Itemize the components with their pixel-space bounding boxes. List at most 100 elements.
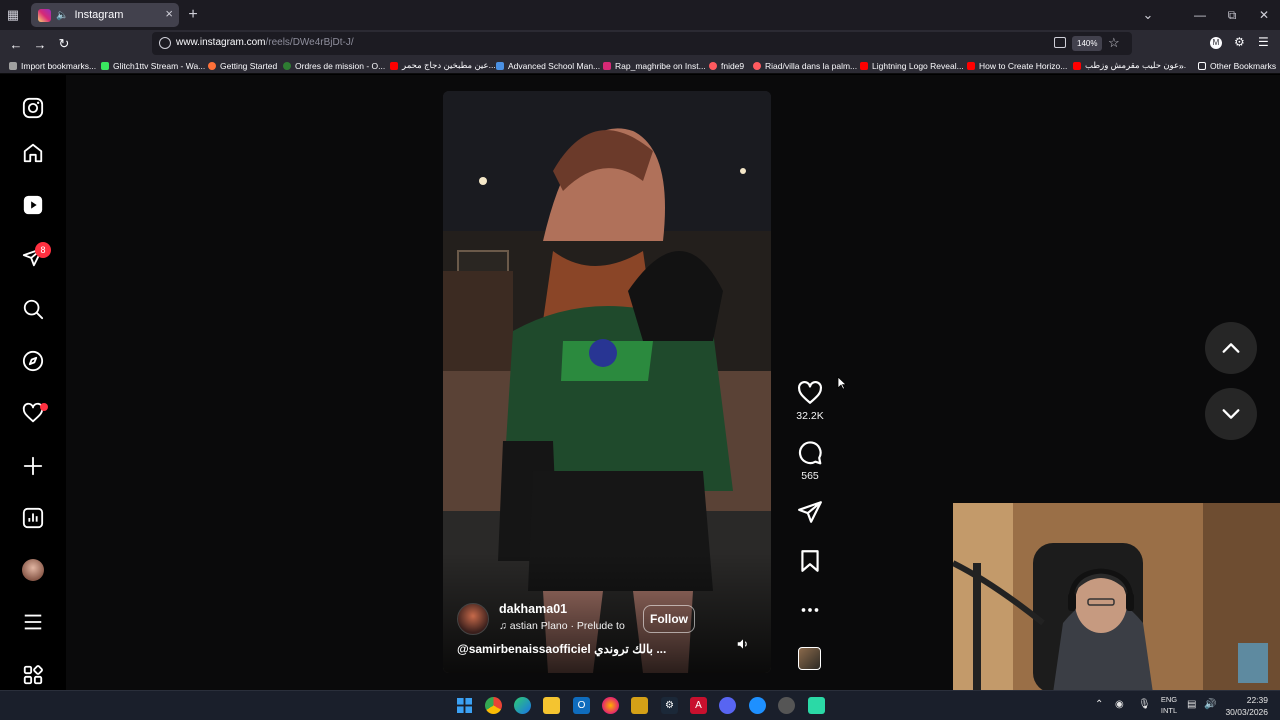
also-from-meta-icon[interactable]: [21, 663, 45, 687]
bookmark-item[interactable]: Riad/villa dans la palm...: [753, 59, 857, 72]
volume-icon[interactable]: [736, 637, 750, 651]
bookmark-item[interactable]: fnide9: [709, 59, 744, 72]
mouse-cursor-icon: [837, 376, 847, 390]
tray-app-icon[interactable]: ◉: [1115, 699, 1124, 710]
reload-icon[interactable]: ↻: [54, 34, 74, 54]
chevron-up-icon: [1222, 343, 1240, 353]
bookmark-item[interactable]: عون حليب مقرمش وزطب...: [1073, 59, 1186, 72]
back-icon[interactable]: ←: [6, 34, 26, 54]
audio-thumbnail[interactable]: [798, 647, 821, 670]
zoom-level[interactable]: 140%: [1072, 36, 1103, 51]
browser-nav-bar: ← → ↻ www.instagram.com/reels/DWe4rBjDt-…: [0, 30, 1280, 57]
volume-tray-icon[interactable]: 🔊: [1204, 699, 1216, 710]
music-note-icon: ♫: [499, 620, 510, 632]
messenger-icon[interactable]: [749, 697, 766, 714]
bookmark-item[interactable]: Import bookmarks...: [9, 59, 96, 72]
adobe-icon[interactable]: A: [690, 697, 707, 714]
webcam-overlay: [953, 503, 1280, 693]
youtube-icon: [860, 61, 868, 70]
tab-list-icon[interactable]: ▦: [5, 7, 21, 23]
folder-icon: [1198, 61, 1206, 70]
reel-audio-track[interactable]: ♫ astian Plano · Prelude to: [499, 620, 629, 632]
messages-badge: 8: [35, 242, 51, 258]
url-bar[interactable]: www.instagram.com/reels/DWe4rBjDt-J/ 140…: [152, 32, 1132, 55]
bookmark-favicon-icon: [9, 61, 17, 70]
extensions-icon[interactable]: ⚙: [1234, 35, 1245, 49]
search-icon[interactable]: [21, 297, 45, 321]
reel-video[interactable]: dakhama01 ♫ astian Plano · Prelude to Fo…: [443, 91, 771, 673]
follow-button[interactable]: Follow: [643, 605, 695, 633]
more-options-icon[interactable]: [797, 597, 823, 623]
start-icon[interactable]: [456, 697, 473, 714]
network-icon[interactable]: ▤: [1187, 699, 1196, 710]
tray-overflow-icon[interactable]: ⌃: [1095, 699, 1103, 710]
speaker-icon[interactable]: 🔈: [56, 10, 68, 21]
comment-count: 565: [801, 470, 819, 482]
chevron-down-icon[interactable]: ⌄: [1140, 7, 1156, 23]
app-icon[interactable]: [808, 697, 825, 714]
microphone-icon[interactable]: 🎙: [1138, 699, 1151, 710]
more-bookmarks-icon[interactable]: »: [1179, 59, 1184, 72]
chevron-down-icon: [1222, 409, 1240, 419]
reel-username[interactable]: dakhama01: [499, 602, 567, 616]
obs-icon[interactable]: [778, 697, 795, 714]
save-action[interactable]: [796, 548, 824, 574]
bookmark-item[interactable]: How to Create Horizo...: [967, 59, 1067, 72]
forward-icon[interactable]: →: [30, 34, 50, 54]
comment-icon[interactable]: [797, 440, 823, 466]
menu-icon[interactable]: ☰: [1258, 35, 1269, 49]
file-explorer-icon[interactable]: [543, 697, 560, 714]
dashboard-icon[interactable]: [21, 506, 45, 530]
previous-reel-button[interactable]: [1205, 322, 1257, 374]
home-icon[interactable]: [21, 141, 45, 165]
discord-icon[interactable]: [719, 697, 736, 714]
site-info-icon[interactable]: [159, 37, 171, 49]
instagram-favicon-icon: [38, 8, 51, 22]
more-menu-icon[interactable]: [21, 610, 45, 634]
app-icon[interactable]: [631, 697, 648, 714]
like-count: 32.2K: [796, 410, 824, 422]
outlook-icon[interactable]: O: [573, 697, 590, 714]
bookmark-item[interactable]: Advanced School Man...: [496, 59, 600, 72]
bookmark-icon[interactable]: [797, 548, 823, 574]
comment-action[interactable]: 565: [796, 440, 824, 482]
reels-icon[interactable]: [21, 193, 45, 217]
other-bookmarks[interactable]: Other Bookmarks: [1198, 59, 1276, 72]
system-clock[interactable]: 22:39 30/03/2026: [1224, 694, 1268, 718]
firefox-icon[interactable]: [602, 697, 619, 714]
bookmark-star-icon[interactable]: ☆: [1108, 35, 1120, 51]
tab-instagram[interactable]: 🔈 Instagram ×: [31, 3, 179, 27]
bookmark-item[interactable]: Ordres de mission - O...: [283, 59, 385, 72]
bookmark-favicon-icon: [283, 61, 291, 70]
bookmarks-bar: Import bookmarks... Glitch1ttv Stream - …: [0, 57, 1280, 74]
heart-icon[interactable]: [797, 380, 823, 406]
account-icon[interactable]: M: [1210, 37, 1222, 49]
share-action[interactable]: [796, 499, 824, 525]
close-tab-icon[interactable]: ×: [165, 6, 173, 21]
reel-author-avatar[interactable]: [457, 603, 489, 635]
edge-icon[interactable]: [514, 697, 531, 714]
bookmark-item[interactable]: Lightning Logo Reveal...: [860, 59, 964, 72]
create-icon[interactable]: [21, 454, 45, 478]
reel-caption[interactable]: @samirbenaissaofficiel بالك تروندي ...: [457, 642, 666, 656]
bookmark-item[interactable]: Getting Started: [208, 59, 277, 72]
chrome-icon[interactable]: [485, 697, 502, 714]
next-reel-button[interactable]: [1205, 388, 1257, 440]
restore-icon[interactable]: ⧉: [1216, 0, 1248, 30]
reader-view-icon[interactable]: [1054, 37, 1066, 48]
close-window-icon[interactable]: ✕: [1248, 0, 1280, 30]
share-icon[interactable]: [797, 499, 823, 525]
steam-icon[interactable]: ⚙: [661, 697, 678, 714]
more-options-action[interactable]: [796, 597, 824, 623]
bookmark-item[interactable]: Rap_maghribe on Inst...: [603, 59, 706, 72]
bookmark-item[interactable]: عين مطبخين دجاج محمر...: [390, 59, 496, 72]
bookmark-item[interactable]: Glitch1ttv Stream - Wa...: [101, 59, 205, 72]
like-action[interactable]: 32.2K: [796, 380, 824, 422]
instagram-logo-icon[interactable]: [21, 96, 45, 120]
profile-avatar[interactable]: [21, 558, 45, 582]
youtube-icon: [1073, 61, 1081, 70]
explore-icon[interactable]: [21, 349, 45, 373]
language-indicator[interactable]: ENG INTL: [1158, 694, 1180, 716]
minimize-icon[interactable]: —: [1184, 0, 1216, 30]
new-tab-icon[interactable]: +: [185, 6, 201, 23]
